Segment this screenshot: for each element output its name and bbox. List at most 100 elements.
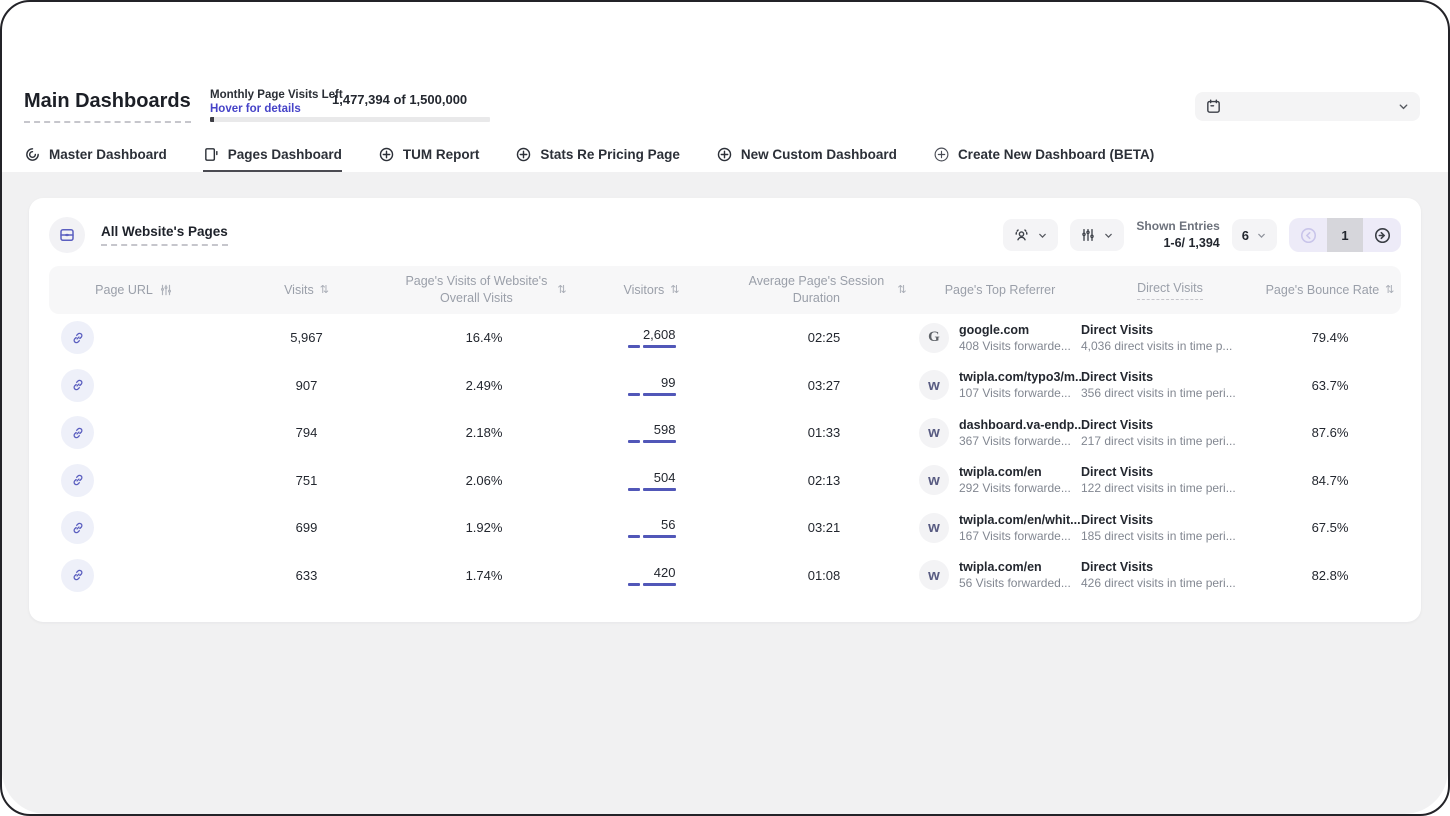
direct-visits-subtext: 356 direct visits in time peri...: [1081, 386, 1259, 400]
visits-cell: 751: [219, 473, 394, 488]
sort-icon: ⇅: [320, 285, 329, 296]
sort-icon: ⇅: [1385, 285, 1394, 296]
gauge-icon: [24, 146, 41, 163]
column-header-bounce-rate[interactable]: Page's Bounce Rate ⇅: [1259, 282, 1401, 299]
tab-create-new-dashboard[interactable]: Create New Dashboard (BETA): [933, 146, 1154, 172]
sort-icon: ⇅: [897, 285, 906, 296]
pct-of-overall-cell: 1.92%: [394, 520, 574, 535]
visitors-bar: [628, 535, 676, 538]
tab-label: New Custom Dashboard: [741, 147, 897, 162]
tab-tum-report[interactable]: TUM Report: [378, 146, 480, 172]
page-url-cell: [49, 559, 219, 592]
referrer-subtext: 56 Visits forwarded...: [959, 576, 1071, 590]
pages-table-card: All Website's Pages: [29, 198, 1421, 622]
visitors-bar: [628, 488, 676, 491]
direct-visits-cell: Direct Visits 356 direct visits in time …: [1081, 370, 1259, 400]
shown-entries: Shown Entries 1-6/ 1,394: [1136, 219, 1219, 251]
column-label: Average Page's Session Duration: [741, 273, 891, 307]
arrow-right-circle-icon: [1373, 226, 1392, 245]
direct-visits-subtext: 4,036 direct visits in time p...: [1081, 339, 1259, 353]
content-background: All Website's Pages: [2, 172, 1448, 814]
circle-plus-icon: [515, 146, 532, 163]
referrer-name: twipla.com/en: [959, 560, 1071, 574]
referrer-favicon: w: [919, 465, 949, 495]
segments-button[interactable]: [1003, 219, 1058, 251]
table-row: 633 1.74% 420 01:08 w twipla.com/en 56: [49, 552, 1401, 600]
visitors-cell: 504: [574, 470, 729, 491]
bounce-rate-cell: 63.7%: [1259, 378, 1401, 393]
visitors-value: 420: [628, 565, 676, 580]
pagination: 1: [1289, 218, 1401, 252]
page-url-cell: [49, 369, 219, 402]
link-icon[interactable]: [61, 369, 94, 402]
top-referrer-cell[interactable]: w dashboard.va-endp... 367 Visits forwar…: [919, 418, 1081, 448]
visitors-value: 504: [628, 470, 676, 485]
top-referrer-cell[interactable]: G google.com 408 Visits forwarde...: [919, 323, 1081, 353]
sliders-icon: [1080, 227, 1096, 243]
column-header-visitors[interactable]: Visitors ⇅: [574, 282, 729, 299]
link-icon[interactable]: [61, 321, 94, 354]
visits-cell: 794: [219, 425, 394, 440]
pct-of-overall-cell: 2.06%: [394, 473, 574, 488]
tab-master-dashboard[interactable]: Master Dashboard: [24, 146, 167, 172]
page-url-cell: [49, 416, 219, 449]
visits-cell: 699: [219, 520, 394, 535]
bounce-rate-cell: 84.7%: [1259, 473, 1401, 488]
shown-entries-value: 1-6/ 1,394: [1136, 235, 1219, 251]
referrer-favicon: w: [919, 513, 949, 543]
column-header-session-duration[interactable]: Average Page's Session Duration ⇅: [729, 273, 919, 307]
table-row: 794 2.18% 598 01:33 w dashboard.va-endp.…: [49, 409, 1401, 457]
column-header-pct-of-overall[interactable]: Page's Visits of Website's Overall Visit…: [394, 273, 574, 307]
tab-stats-re-pricing-page[interactable]: Stats Re Pricing Page: [515, 146, 680, 172]
circle-plus-icon: [933, 146, 950, 163]
column-label: Visits: [284, 282, 314, 299]
tab-label: Master Dashboard: [49, 147, 167, 162]
pct-of-overall-cell: 2.18%: [394, 425, 574, 440]
app-window: Main Dashboards Monthly Page Visits Left…: [0, 0, 1450, 816]
column-header-visits[interactable]: Visits ⇅: [219, 282, 394, 299]
top-referrer-cell[interactable]: w twipla.com/en 56 Visits forwarded...: [919, 560, 1081, 590]
visitors-value: 56: [628, 517, 676, 532]
tab-new-custom-dashboard[interactable]: New Custom Dashboard: [716, 146, 897, 172]
calendar-icon: [1205, 98, 1222, 115]
referrer-name: google.com: [959, 323, 1071, 337]
top-referrer-cell[interactable]: w twipla.com/typo3/m... 107 Visits forwa…: [919, 370, 1081, 400]
direct-visits-cell: Direct Visits 185 direct visits in time …: [1081, 513, 1259, 543]
chevron-down-icon: [1103, 230, 1114, 241]
link-icon[interactable]: [61, 559, 94, 592]
chevron-down-icon: [1256, 230, 1267, 241]
visitors-bar: [628, 440, 676, 443]
session-duration-cell: 02:13: [729, 473, 919, 488]
page-size-select[interactable]: 6: [1232, 219, 1277, 251]
link-icon[interactable]: [61, 511, 94, 544]
column-label: Direct Visits: [1137, 280, 1203, 301]
filters-button[interactable]: [1070, 219, 1124, 251]
column-label: Page's Bounce Rate: [1266, 282, 1380, 299]
date-range-picker[interactable]: [1195, 92, 1420, 121]
table-body: 5,967 16.4% 2,608 02:25 G google.com 40: [49, 314, 1401, 599]
previous-page-button[interactable]: [1289, 218, 1327, 252]
column-header-direct-visits[interactable]: Direct Visits: [1081, 280, 1259, 301]
circle-plus-icon: [378, 146, 395, 163]
referrer-favicon: w: [919, 370, 949, 400]
shown-entries-label: Shown Entries: [1136, 219, 1219, 235]
session-duration-cell: 03:21: [729, 520, 919, 535]
tab-pages-dashboard[interactable]: Pages Dashboard: [203, 146, 342, 172]
visitors-bar: [628, 393, 676, 396]
referrer-name: twipla.com/en/whit...: [959, 513, 1081, 527]
link-icon[interactable]: [61, 464, 94, 497]
column-label: Page's Visits of Website's Overall Visit…: [401, 273, 551, 307]
sliders-icon: [159, 283, 173, 297]
top-referrer-cell[interactable]: w twipla.com/en 292 Visits forwarde...: [919, 465, 1081, 495]
bounce-rate-cell: 82.8%: [1259, 568, 1401, 583]
referrer-favicon: G: [919, 323, 949, 353]
link-icon[interactable]: [61, 416, 94, 449]
top-referrer-cell[interactable]: w twipla.com/en/whit... 167 Visits forwa…: [919, 513, 1081, 543]
direct-visits-title: Direct Visits: [1081, 513, 1259, 527]
direct-visits-subtext: 426 direct visits in time peri...: [1081, 576, 1259, 590]
column-header-page-url[interactable]: Page URL: [49, 282, 219, 299]
page-url-cell: [49, 321, 219, 354]
bounce-rate-cell: 67.5%: [1259, 520, 1401, 535]
next-page-button[interactable]: [1363, 218, 1401, 252]
referrer-subtext: 367 Visits forwarde...: [959, 434, 1085, 448]
